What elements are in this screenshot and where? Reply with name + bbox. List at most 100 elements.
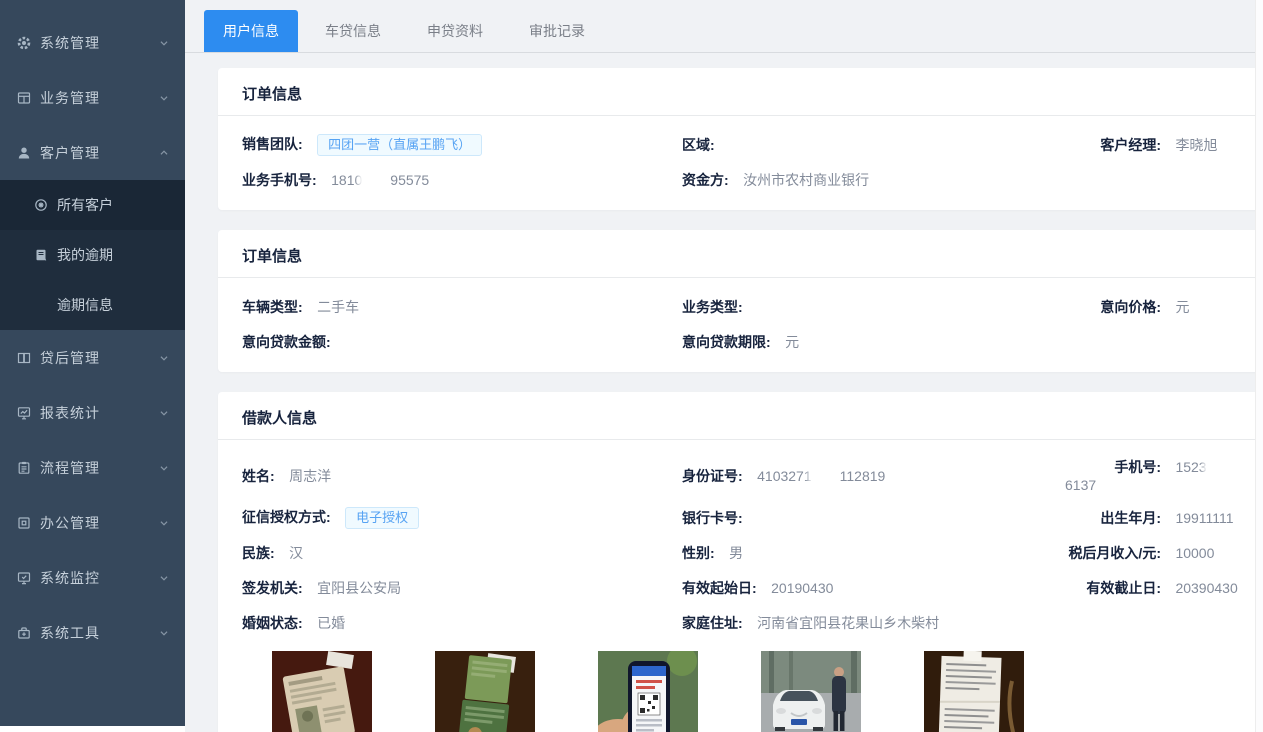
chevron-down-icon bbox=[157, 351, 171, 365]
order-info-card-1: 订单信息 销售团队: 四团一营（直属王鹏飞） 区域: 客户经理: 李晓旭 bbox=[218, 68, 1263, 210]
document-photo-thumbnail bbox=[924, 651, 1024, 732]
sidebar-item-label: 系统工具 bbox=[40, 623, 157, 643]
id-card-photo[interactable]: 身份证 bbox=[272, 651, 372, 732]
sidebar-item-system-mgmt[interactable]: 系统管理 bbox=[0, 15, 185, 70]
redaction-block bbox=[362, 174, 390, 186]
sidebar-item-customer-mgmt[interactable]: 客户管理 bbox=[0, 125, 185, 180]
credit-screenshot-thumbnail bbox=[598, 651, 698, 732]
field-marital-status: 婚姻状态: 已婚 bbox=[242, 613, 682, 633]
field-bank-card: 银行卡号: bbox=[682, 508, 1065, 528]
chevron-down-icon bbox=[157, 516, 171, 530]
field-intended-loan-amount: 意向贷款金额: bbox=[242, 332, 682, 352]
field-business-type: 业务类型: bbox=[682, 297, 1065, 317]
card-title: 订单信息 bbox=[218, 230, 1263, 278]
field-birth-date: 出生年月: 19911111 bbox=[1065, 508, 1239, 528]
order-info-card-2: 订单信息 车辆类型: 二手车 业务类型: 意向价格: 元 bbox=[218, 230, 1263, 372]
sidebar-item-label: 我的逾期 bbox=[57, 245, 113, 265]
borrower-photos: 身份证 bbox=[272, 651, 1239, 732]
tab-car-loan-info[interactable]: 车贷信息 bbox=[306, 10, 400, 52]
card-body: 车辆类型: 二手车 业务类型: 意向价格: 元 意向贷款金额: bbox=[218, 278, 1263, 372]
sidebar-item-label: 业务管理 bbox=[40, 88, 157, 108]
sidebar-item-office-mgmt[interactable]: 办公管理 bbox=[0, 495, 185, 550]
grid-icon bbox=[16, 90, 32, 106]
field-region: 区域: bbox=[682, 135, 1065, 155]
chevron-up-icon bbox=[157, 146, 171, 160]
sidebar-nav: 系统管理 业务管理 客户管理 bbox=[0, 0, 185, 660]
sidebar-item-label: 逾期信息 bbox=[57, 295, 113, 315]
credit-screenshot-photo[interactable]: 征信记录 bbox=[598, 651, 698, 732]
sidebar-item-postloan-mgmt[interactable]: 贷后管理 bbox=[0, 330, 185, 385]
field-funder: 资金方: 汝州市农村商业银行 bbox=[682, 170, 1065, 190]
sidebar-item-process-mgmt[interactable]: 流程管理 bbox=[0, 440, 185, 495]
sidebar-item-label: 办公管理 bbox=[40, 513, 157, 533]
sidebar: 系统管理 业务管理 客户管理 bbox=[0, 0, 185, 726]
document-photo[interactable]: 其他材料 bbox=[924, 651, 1024, 732]
chevron-down-icon bbox=[157, 626, 171, 640]
sidebar-submenu-customer: 所有客户 我的逾期 逾期信息 bbox=[0, 180, 185, 330]
card-body: 姓名: 周志洋 身份证号: 4103271112819 手机号: 1523613… bbox=[218, 440, 1263, 732]
sidebar-item-report-stats[interactable]: 报表统计 bbox=[0, 385, 185, 440]
chart-icon bbox=[16, 405, 32, 421]
field-sales-team: 销售团队: 四团一营（直属王鹏飞） bbox=[242, 134, 682, 156]
tab-user-info[interactable]: 用户信息 bbox=[204, 10, 298, 52]
credit-auth-tag: 电子授权 bbox=[345, 507, 419, 529]
sales-team-tag: 四团一营（直属王鹏飞） bbox=[317, 134, 482, 156]
gear-icon bbox=[16, 35, 32, 51]
license-photo-thumbnail bbox=[435, 651, 535, 732]
chevron-down-icon bbox=[157, 571, 171, 585]
monitor-icon bbox=[16, 570, 32, 586]
sidebar-item-label: 所有客户 bbox=[57, 195, 113, 215]
tab-approval-records[interactable]: 审批记录 bbox=[510, 10, 604, 52]
sidebar-item-label: 系统管理 bbox=[40, 33, 157, 53]
sidebar-item-all-customers[interactable]: 所有客户 bbox=[0, 180, 185, 230]
blank-icon-spacer bbox=[33, 297, 49, 313]
license-photo[interactable]: 驾驶证照片 bbox=[435, 651, 535, 732]
chevron-down-icon bbox=[157, 91, 171, 105]
sidebar-item-label: 报表统计 bbox=[40, 403, 157, 423]
notebook-icon bbox=[33, 247, 49, 263]
field-name: 姓名: 周志洋 bbox=[242, 466, 682, 486]
sidebar-item-business-mgmt[interactable]: 业务管理 bbox=[0, 70, 185, 125]
field-valid-to: 有效截止日: 20390430 bbox=[1065, 578, 1239, 598]
redaction-block bbox=[1207, 461, 1235, 473]
field-valid-from: 有效起始日: 20190430 bbox=[682, 578, 1065, 598]
sidebar-item-label: 贷后管理 bbox=[40, 348, 157, 368]
app-window: 系统管理 业务管理 客户管理 bbox=[0, 0, 1263, 732]
field-ethnicity: 民族: 汉 bbox=[242, 543, 682, 563]
field-intended-loan-term: 意向贷款期限: 元 bbox=[682, 332, 1065, 352]
book-icon bbox=[16, 350, 32, 366]
vertical-scrollbar[interactable] bbox=[1255, 0, 1263, 732]
sidebar-item-label: 系统监控 bbox=[40, 568, 157, 588]
field-business-phone: 业务手机号: 181095575 bbox=[242, 170, 682, 190]
field-credit-auth-method: 征信授权方式: 电子授权 bbox=[242, 507, 682, 529]
sidebar-item-label: 客户管理 bbox=[40, 143, 157, 163]
sidebar-item-my-overdue[interactable]: 我的逾期 bbox=[0, 230, 185, 280]
field-customer-manager: 客户经理: 李晓旭 bbox=[1065, 135, 1239, 155]
tab-loan-application-docs[interactable]: 申贷资料 bbox=[408, 10, 502, 52]
field-intended-price: 意向价格: 元 bbox=[1065, 297, 1239, 317]
chevron-down-icon bbox=[157, 36, 171, 50]
field-home-address: 家庭住址: 河南省宜阳县花果山乡木柴村 bbox=[682, 613, 1065, 633]
field-vehicle-type: 车辆类型: 二手车 bbox=[242, 297, 682, 317]
chevron-down-icon bbox=[157, 461, 171, 475]
office-icon bbox=[16, 515, 32, 531]
id-card-photo-thumbnail bbox=[272, 651, 372, 732]
chevron-down-icon bbox=[157, 406, 171, 420]
tab-bar: 用户信息 车贷信息 申贷资料 审批记录 bbox=[185, 0, 1263, 53]
field-gender: 性别: 男 bbox=[682, 543, 1065, 563]
toolbox-icon bbox=[16, 625, 32, 641]
redaction-block bbox=[812, 470, 840, 482]
card-body: 销售团队: 四团一营（直属王鹏飞） 区域: 客户经理: 李晓旭 业务手机号: bbox=[218, 116, 1263, 210]
person-car-photo[interactable]: 人车合影 bbox=[761, 651, 861, 732]
sidebar-item-overdue-info[interactable]: 逾期信息 bbox=[0, 280, 185, 330]
compass-icon bbox=[33, 197, 49, 213]
sidebar-item-system-monitor[interactable]: 系统监控 bbox=[0, 550, 185, 605]
field-monthly-income: 税后月收入/元: 10000 bbox=[1065, 543, 1239, 563]
user-icon bbox=[16, 145, 32, 161]
card-title: 订单信息 bbox=[218, 68, 1263, 116]
sidebar-item-system-tools[interactable]: 系统工具 bbox=[0, 605, 185, 660]
main-content: 用户信息 车贷信息 申贷资料 审批记录 订单信息 销售团队: 四团一营（直属王鹏… bbox=[185, 0, 1263, 732]
field-id-number: 身份证号: 4103271112819 bbox=[682, 466, 1065, 486]
borrower-info-card: 借款人信息 姓名: 周志洋 身份证号: 4103271112819 手机号: 1… bbox=[218, 392, 1263, 732]
field-issuing-authority: 签发机关: 宜阳县公安局 bbox=[242, 578, 682, 598]
